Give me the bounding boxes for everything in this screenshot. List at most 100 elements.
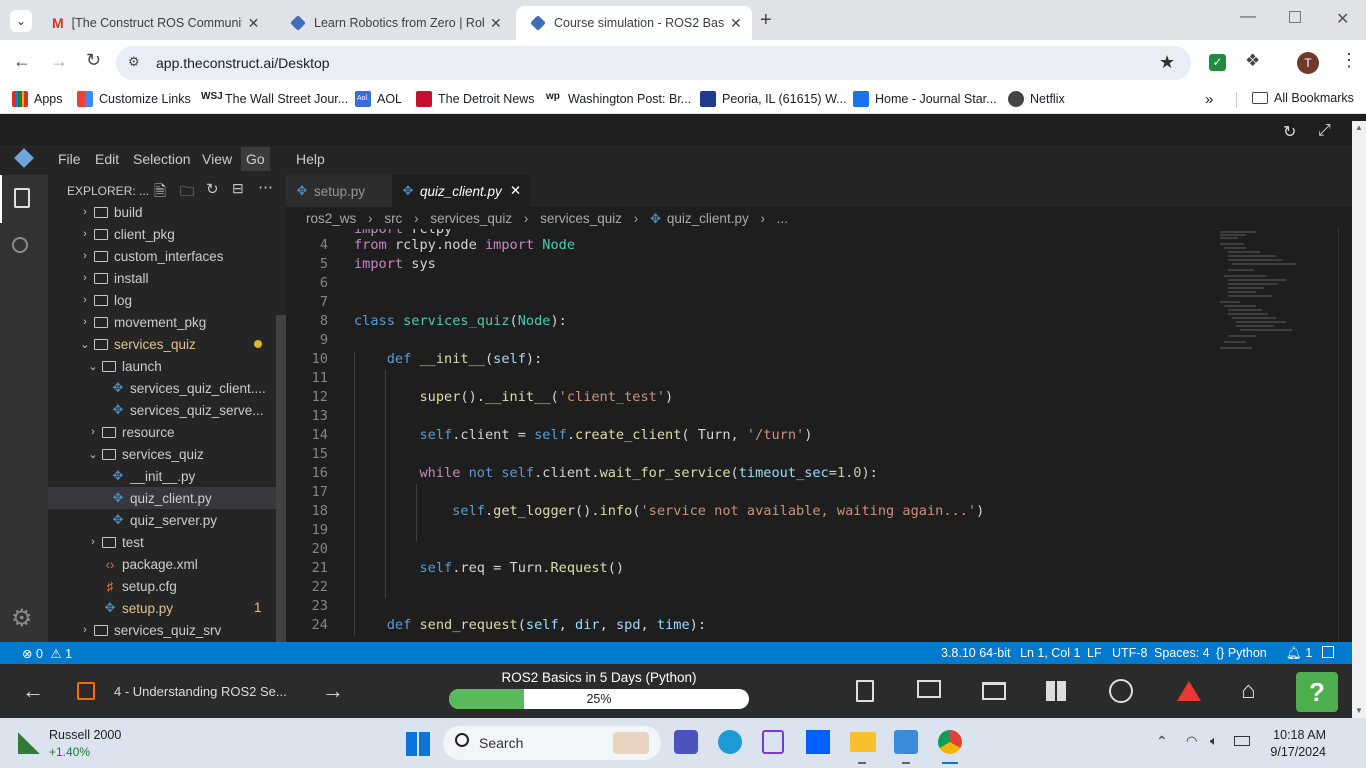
- tab-search-button[interactable]: ⌄: [10, 10, 32, 32]
- notes-edit-icon[interactable]: [856, 680, 874, 702]
- volume-icon[interactable]: 🔈︎: [1210, 733, 1218, 749]
- close-icon[interactable]: ✕: [510, 183, 521, 199]
- scroll-down-icon[interactable]: ▼: [1355, 706, 1363, 715]
- reset-icon[interactable]: ↻: [1283, 122, 1296, 142]
- settings-gear-icon[interactable]: ⚙: [11, 604, 33, 633]
- menu-view[interactable]: View: [202, 151, 232, 167]
- tree-folder-custom-interfaces[interactable]: › custom_interfaces: [48, 245, 276, 267]
- bookmark-apps[interactable]: Apps: [12, 91, 63, 107]
- minimize-button[interactable]: —: [1240, 8, 1256, 26]
- dashboard-grid-icon[interactable]: [1046, 681, 1066, 701]
- alert-triangle-icon[interactable]: [1177, 681, 1201, 701]
- tree-file-setup-cfg[interactable]: ♯ setup.cfg: [48, 575, 276, 597]
- bookmarks-overflow-icon[interactable]: »: [1205, 91, 1213, 108]
- home-icon[interactable]: ⌂: [1241, 677, 1256, 705]
- breadcrumb-item[interactable]: ...: [777, 211, 788, 226]
- page-scrollbar[interactable]: ▲ ▼: [1352, 121, 1366, 718]
- menu-edit[interactable]: Edit: [95, 151, 119, 167]
- breadcrumb-item[interactable]: services_quiz: [430, 211, 512, 226]
- sidebar-scrollbar[interactable]: [276, 315, 286, 642]
- battery-icon[interactable]: [1234, 736, 1250, 746]
- chrome-icon[interactable]: [938, 730, 962, 754]
- tree-folder-services-quiz-inner[interactable]: ⌄ services_quiz: [48, 443, 276, 465]
- extension-check-icon[interactable]: ✓: [1209, 54, 1226, 71]
- tree-folder-log[interactable]: › log: [48, 289, 276, 311]
- tab-quiz-client-py[interactable]: ✥ quiz_client.py ✕: [392, 175, 530, 207]
- cursor-position[interactable]: Ln 1, Col 1: [1020, 646, 1080, 660]
- clock-date[interactable]: 9/17/2024: [1256, 745, 1326, 759]
- line-endings[interactable]: LF: [1087, 646, 1102, 660]
- indentation[interactable]: Spaces: 4: [1154, 646, 1210, 660]
- windows-start-icon[interactable]: [406, 732, 430, 756]
- bookmark-aol[interactable]: Aol. AOL: [355, 91, 402, 107]
- teams-icon[interactable]: [674, 730, 698, 754]
- more-actions-icon[interactable]: ⋯: [258, 178, 273, 196]
- close-icon[interactable]: ✕: [490, 15, 502, 32]
- notifications[interactable]: 🔔︎ 1: [1286, 646, 1312, 661]
- tree-folder-resource[interactable]: › resource: [48, 421, 276, 443]
- profile-avatar[interactable]: T: [1297, 52, 1319, 74]
- site-info-icon[interactable]: ⚙: [128, 54, 140, 70]
- python-interpreter[interactable]: 3.8.10 64-bit: [941, 646, 1011, 660]
- reload-icon[interactable]: ↻: [86, 50, 101, 71]
- fullscreen-icon[interactable]: ⤢: [1318, 122, 1331, 140]
- explorer-files-icon[interactable]: [14, 188, 30, 208]
- kebab-menu-icon[interactable]: ⋮: [1340, 50, 1358, 71]
- tree-folder-services-quiz[interactable]: ⌄ services_quiz: [48, 333, 276, 355]
- bookmark-detroit-news[interactable]: The Detroit News: [416, 91, 535, 107]
- tree-file-package-xml[interactable]: ‹› package.xml: [48, 553, 276, 575]
- breadcrumb-item[interactable]: ros2_ws: [306, 211, 356, 226]
- encoding[interactable]: UTF-8: [1112, 646, 1147, 660]
- clock-time[interactable]: 10:18 AM: [1266, 728, 1326, 742]
- extensions-puzzle-icon[interactable]: ❖: [1245, 51, 1260, 71]
- breadcrumb-item[interactable]: src: [384, 211, 402, 226]
- tab-setup-py[interactable]: ✥ setup.py: [286, 175, 392, 207]
- tray-chevron-up-icon[interactable]: ⌃: [1156, 733, 1168, 750]
- tree-file-init[interactable]: ✥ __init__.py: [48, 465, 276, 487]
- tree-folder-client-pkg[interactable]: › client_pkg: [48, 223, 276, 245]
- breadcrumb-item[interactable]: services_quiz: [540, 211, 622, 226]
- refresh-icon[interactable]: ↻: [206, 180, 219, 198]
- unit-title[interactable]: 4 - Understanding ROS2 Se...: [114, 684, 287, 699]
- editor-scrollbar[interactable]: [1338, 227, 1352, 642]
- menu-file[interactable]: File: [58, 151, 81, 167]
- collapse-all-icon[interactable]: ⊟: [232, 180, 244, 197]
- menu-help[interactable]: Help: [296, 151, 325, 167]
- photos-icon[interactable]: [894, 730, 918, 754]
- edge-icon[interactable]: [718, 730, 742, 754]
- bookmark-journal-star[interactable]: Home - Journal Star...: [853, 91, 997, 107]
- file-explorer-icon[interactable]: [850, 732, 876, 752]
- chatgpt-icon[interactable]: [1109, 679, 1133, 703]
- window-close-button[interactable]: ✕: [1336, 9, 1349, 29]
- bookmark-star-icon[interactable]: ★: [1159, 52, 1175, 73]
- taskbar-search-box[interactable]: Search: [443, 726, 661, 760]
- previous-unit-arrow-icon[interactable]: ←: [22, 678, 44, 704]
- menu-selection[interactable]: Selection: [133, 151, 191, 167]
- address-bar[interactable]: ⚙ app.theconstruct.ai/Desktop ★: [116, 46, 1191, 80]
- forward-arrow-icon[interactable]: →: [50, 51, 68, 72]
- tree-file-quiz-client[interactable]: ✥ quiz_client.py: [48, 487, 276, 509]
- browser-tab-learn[interactable]: Learn Robotics from Zero | Rob ✕: [276, 6, 512, 40]
- tree-file-services-quiz-server-launch[interactable]: ✥ services_quiz_serve...: [48, 399, 276, 421]
- help-button[interactable]: ?: [1296, 672, 1338, 712]
- tree-file-quiz-server[interactable]: ✥ quiz_server.py: [48, 509, 276, 531]
- tree-file-services-quiz-client-launch[interactable]: ✥ services_quiz_client....: [48, 377, 276, 399]
- new-tab-button[interactable]: +: [760, 9, 772, 32]
- tree-folder-install[interactable]: › install: [48, 267, 276, 289]
- close-icon[interactable]: ✕: [730, 15, 742, 32]
- tree-folder-movement-pkg[interactable]: › movement_pkg: [48, 311, 276, 333]
- url-text[interactable]: app.theconstruct.ai/Desktop: [156, 55, 330, 71]
- tree-folder-test[interactable]: › test: [48, 531, 276, 553]
- search-icon[interactable]: [12, 237, 28, 253]
- close-icon[interactable]: ✕: [248, 15, 260, 32]
- layout-icon[interactable]: [1322, 646, 1334, 658]
- browser-tab-course[interactable]: Course simulation - ROS2 Basic ✕: [516, 6, 752, 40]
- bookmark-washington-post[interactable]: wp Washington Post: Br...: [546, 91, 691, 107]
- tree-folder-build[interactable]: › build: [48, 201, 276, 223]
- scroll-up-icon[interactable]: ▲: [1355, 123, 1363, 132]
- book-icon[interactable]: [982, 682, 1006, 700]
- widget-ticker[interactable]: Russell 2000: [49, 728, 121, 742]
- dropbox-icon[interactable]: [806, 730, 830, 754]
- restore-button[interactable]: [1289, 11, 1301, 23]
- desktop-monitor-icon[interactable]: [917, 680, 941, 698]
